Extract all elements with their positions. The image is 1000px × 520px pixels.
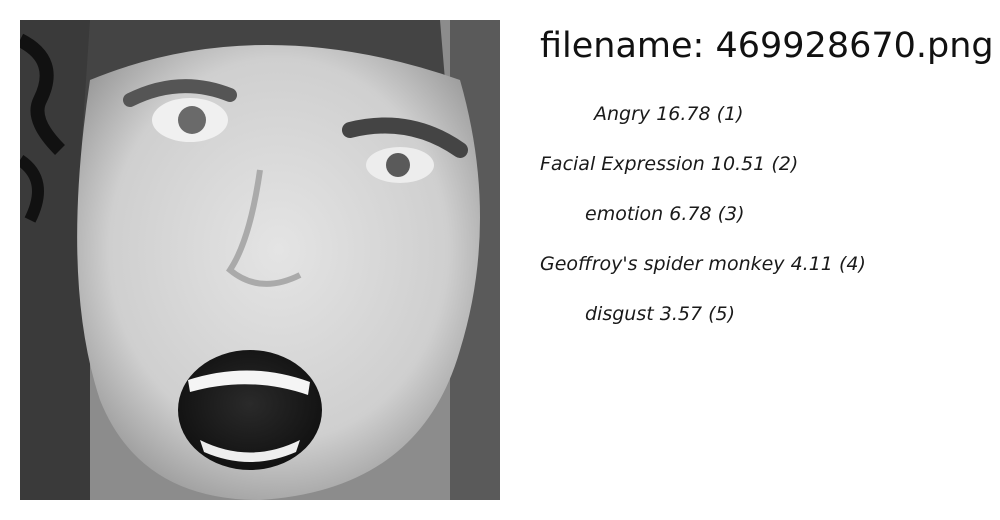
prediction-score: 6.78: [669, 203, 712, 225]
prediction-label: emotion: [585, 203, 664, 225]
face-photo: [20, 20, 500, 500]
prediction-rank: (5): [708, 303, 736, 325]
prediction-score: 10.51: [710, 153, 766, 175]
prediction-item: Facial Expression 10.51 (2): [540, 150, 980, 200]
prediction-rank: (3): [717, 203, 745, 225]
prediction-item: Geoffroy's spider monkey 4.11 (4): [540, 250, 980, 300]
prediction-rank: (2): [771, 153, 799, 175]
prediction-score: 3.57: [659, 303, 703, 325]
prediction-item: disgust 3.57 (5): [540, 300, 980, 350]
prediction-label: Geoffroy's spider monkey: [540, 253, 785, 275]
prediction-list: Angry 16.78 (1) Facial Expression 10.51 …: [540, 100, 980, 350]
prediction-rank: (4): [838, 253, 866, 275]
filename-label: filename: 469928670.png: [540, 26, 994, 66]
prediction-item: Angry 16.78 (1): [540, 100, 980, 150]
prediction-label: Facial Expression: [540, 153, 705, 175]
prediction-label: disgust: [585, 303, 654, 325]
prediction-rank: (1): [716, 103, 744, 125]
prediction-score: 16.78: [656, 103, 711, 125]
face-image: [20, 20, 500, 500]
prediction-label: Angry: [594, 103, 651, 125]
prediction-item: emotion 6.78 (3): [540, 200, 980, 250]
prediction-score: 4.11: [790, 253, 833, 275]
